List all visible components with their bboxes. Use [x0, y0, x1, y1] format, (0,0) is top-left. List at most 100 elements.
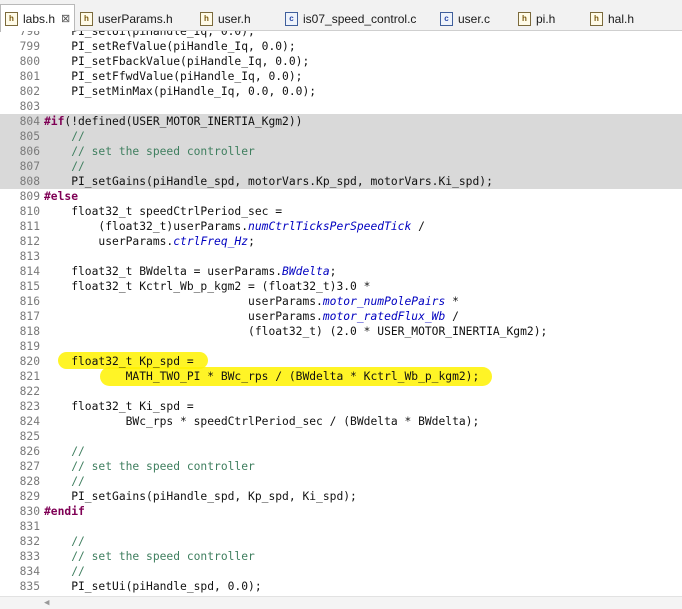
- tab-is07-speed-control-c[interactable]: c is07_speed_control.c: [285, 6, 416, 31]
- code-text: PI_setFfwdValue(piHandle_Iq, 0.0);: [44, 70, 303, 83]
- line-number: 807: [19, 160, 40, 173]
- line-number: 812: [19, 235, 40, 248]
- horizontal-scrollbar[interactable]: ◀: [0, 596, 682, 609]
- code-line[interactable]: 830 #endif: [0, 504, 682, 519]
- code-line[interactable]: 820 float32_t Kp_spd =: [0, 354, 682, 369]
- tab-user-c[interactable]: c user.c: [440, 6, 490, 31]
- code-line[interactable]: 799 PI_setRefValue(piHandle_Iq, 0.0);: [0, 39, 682, 54]
- code-line[interactable]: 826 //: [0, 444, 682, 459]
- line-number: 824: [19, 415, 40, 428]
- line-number: 800: [19, 55, 40, 68]
- tab-hal-h[interactable]: h hal.h: [590, 6, 634, 31]
- code-line[interactable]: 811 (float32_t)userParams.numCtrlTicksPe…: [0, 219, 682, 234]
- code-line[interactable]: 834 //: [0, 564, 682, 579]
- code-line[interactable]: 835 PI_setUi(piHandle_spd, 0.0);: [0, 579, 682, 594]
- line-number: 802: [19, 85, 40, 98]
- code-line[interactable]: 825: [0, 429, 682, 444]
- line-number: 813: [19, 250, 40, 263]
- code-text: // set the speed controller: [44, 460, 255, 473]
- code-text: //: [44, 160, 85, 173]
- code-line[interactable]: 815 float32_t Kctrl_Wb_p_kgm2 = (float32…: [0, 279, 682, 294]
- line-number: 799: [19, 40, 40, 53]
- code-line[interactable]: 816 userParams.motor_numPolePairs *: [0, 294, 682, 309]
- code-line[interactable]: 823 float32_t Ki_spd =: [0, 399, 682, 414]
- code-editor[interactable]: 798 PI_setUi(piHandle_Iq, 0.0); 799 PI_se…: [0, 31, 682, 596]
- code-line[interactable]: 819: [0, 339, 682, 354]
- tab-userparams-h[interactable]: h userParams.h: [80, 6, 173, 31]
- code-line[interactable]: 833 // set the speed controller: [0, 549, 682, 564]
- line-number: 808: [19, 175, 40, 188]
- code-line[interactable]: 827 // set the speed controller: [0, 459, 682, 474]
- code-line[interactable]: 806 // set the speed controller: [0, 144, 682, 159]
- tab-pi-h[interactable]: h pi.h: [518, 6, 555, 31]
- close-tab-icon[interactable]: ⊠: [61, 12, 70, 25]
- code-line[interactable]: 807 //: [0, 159, 682, 174]
- code-text: #else: [44, 190, 79, 203]
- code-text: float32_t Kctrl_Wb_p_kgm2 = (float32_t)3…: [44, 280, 371, 293]
- code-line[interactable]: 822: [0, 384, 682, 399]
- code-line[interactable]: 802 PI_setMinMax(piHandle_Iq, 0.0, 0.0);: [0, 84, 682, 99]
- code-line[interactable]: 832 //: [0, 534, 682, 549]
- code-line[interactable]: 812 userParams.ctrlFreq_Hz;: [0, 234, 682, 249]
- code-text: userParams.ctrlFreq_Hz;: [44, 235, 255, 248]
- code-text: float32_t Ki_spd =: [44, 400, 194, 413]
- tab-label: hal.h: [608, 11, 635, 26]
- line-number: 805: [19, 130, 40, 143]
- code-text: //: [44, 130, 85, 143]
- line-number: 817: [19, 310, 40, 323]
- code-line[interactable]: 818 (float32_t) (2.0 * USER_MOTOR_INERTI…: [0, 324, 682, 339]
- code-text: MATH_TWO_PI * BWc_rps / (BWdelta * Kctrl…: [44, 370, 480, 383]
- code-line[interactable]: 828 //: [0, 474, 682, 489]
- code-line[interactable]: 804 #if(!defined(USER_MOTOR_INERTIA_Kgm2)…: [0, 114, 682, 129]
- h-file-icon: h: [200, 11, 213, 26]
- line-number: 835: [19, 580, 40, 593]
- tab-user-h[interactable]: h user.h: [200, 6, 251, 31]
- line-number: 814: [19, 265, 40, 278]
- code-line[interactable]: 817 userParams.motor_ratedFlux_Wb /: [0, 309, 682, 324]
- code-line[interactable]: 813: [0, 249, 682, 264]
- tab-labs-h[interactable]: h labs.h ⊠: [0, 4, 76, 32]
- tab-label: pi.h: [536, 11, 556, 26]
- tab-label: user.c: [458, 11, 491, 26]
- tab-label: userParams.h: [98, 11, 173, 26]
- code-line[interactable]: 803: [0, 99, 682, 114]
- h-file-icon: h: [5, 11, 18, 26]
- code-text: PI_setGains(piHandle_spd, motorVars.Kp_s…: [44, 175, 493, 188]
- code-text: float32_t BWdelta = userParams.BWdelta;: [44, 265, 337, 278]
- line-number: 811: [19, 220, 40, 233]
- line-number: 821: [19, 370, 40, 383]
- tab-label: is07_speed_control.c: [303, 11, 417, 26]
- code-text: //: [44, 565, 85, 578]
- code-text: PI_setFbackValue(piHandle_Iq, 0.0);: [44, 55, 310, 68]
- line-number: 831: [19, 520, 40, 533]
- c-file-icon: c: [440, 11, 453, 26]
- code-line[interactable]: 808 PI_setGains(piHandle_spd, motorVars.…: [0, 174, 682, 189]
- line-number: 833: [19, 550, 40, 563]
- scroll-left-arrow-icon[interactable]: ◀: [44, 597, 49, 609]
- line-number: 803: [19, 100, 40, 113]
- code-line[interactable]: 800 PI_setFbackValue(piHandle_Iq, 0.0);: [0, 54, 682, 69]
- code-text: #endif: [44, 505, 85, 518]
- line-number: 801: [19, 70, 40, 83]
- code-line[interactable]: 814 float32_t BWdelta = userParams.BWdel…: [0, 264, 682, 279]
- code-line[interactable]: 810 float32_t speedCtrlPeriod_sec =: [0, 204, 682, 219]
- line-number: 820: [19, 355, 40, 368]
- line-number: 828: [19, 475, 40, 488]
- code-line[interactable]: 829 PI_setGains(piHandle_spd, Kp_spd, Ki…: [0, 489, 682, 504]
- code-line[interactable]: 831: [0, 519, 682, 534]
- tab-label: user.h: [218, 11, 251, 26]
- code-line[interactable]: 824 BWc_rps * speedCtrlPeriod_sec / (BWd…: [0, 414, 682, 429]
- line-number: 809: [19, 190, 40, 203]
- code-line[interactable]: 809 #else: [0, 189, 682, 204]
- code-line[interactable]: 801 PI_setFfwdValue(piHandle_Iq, 0.0);: [0, 69, 682, 84]
- code-text: BWc_rps * speedCtrlPeriod_sec / (BWdelta…: [44, 415, 480, 428]
- code-line[interactable]: 805 //: [0, 129, 682, 144]
- line-number: 830: [19, 505, 40, 518]
- code-line[interactable]: 798 PI_setUi(piHandle_Iq, 0.0);: [0, 31, 682, 39]
- code-text: PI_setUi(piHandle_Iq, 0.0);: [44, 31, 255, 38]
- line-number: 816: [19, 295, 40, 308]
- h-file-icon: h: [80, 11, 93, 26]
- code-line[interactable]: 821 MATH_TWO_PI * BWc_rps / (BWdelta * K…: [0, 369, 682, 384]
- code-text: //: [44, 475, 85, 488]
- tab-label: labs.h: [23, 11, 56, 26]
